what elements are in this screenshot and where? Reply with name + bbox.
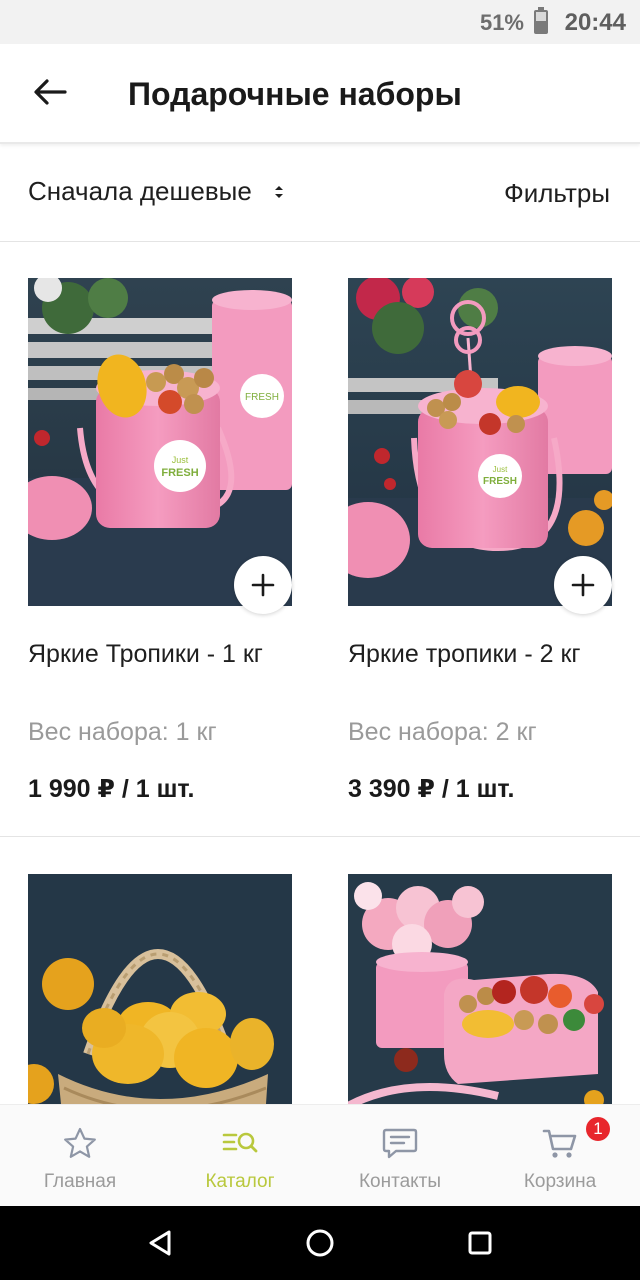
product-price: 1 990 ₽ / 1 шт. — [28, 775, 195, 803]
sort-arrows-icon — [274, 184, 284, 200]
product-weight: Вес набора: 1 кг — [28, 718, 217, 746]
cart-icon — [540, 1125, 580, 1161]
sort-label: Сначала дешевые — [28, 176, 252, 206]
nav-label: Каталог — [205, 1171, 275, 1192]
battery-icon — [534, 7, 548, 34]
svg-text:FRESH: FRESH — [245, 392, 279, 403]
product-price: 3 390 ₽ / 1 шт. — [348, 775, 515, 803]
status-bar: 51% 20:44 — [0, 0, 640, 44]
nav-label: Главная — [43, 1171, 117, 1192]
nav-item-catalog[interactable]: Каталог — [160, 1105, 320, 1207]
circle-home-icon — [306, 1229, 334, 1257]
sort-filter-bar: Сначала дешевые Фильтры — [0, 146, 640, 242]
product-logo-line: Just — [172, 455, 189, 465]
product-logo-line: Just — [493, 465, 508, 474]
system-recents-button[interactable] — [460, 1223, 500, 1263]
nav-item-home[interactable]: Главная — [0, 1105, 160, 1207]
product-weight: Вес набора: 2 кг — [348, 718, 537, 746]
back-button[interactable] — [28, 70, 72, 114]
arrow-left-icon — [34, 79, 67, 105]
product-logo-line: FRESH — [161, 467, 198, 479]
nav-label: Корзина — [523, 1171, 597, 1192]
status-clock: 20:44 — [564, 9, 626, 36]
battery-percentage: 51% — [479, 10, 524, 35]
cart-count-badge: 1 — [584, 1115, 612, 1143]
page-title: Подарочные наборы — [128, 76, 462, 112]
row-divider — [0, 836, 640, 837]
product-name[interactable]: Яркие Тропики - 1 кг — [28, 634, 290, 675]
plus-icon — [251, 573, 275, 597]
system-home-button[interactable] — [300, 1223, 340, 1263]
chat-icon — [380, 1125, 420, 1161]
add-to-cart-button[interactable] — [234, 556, 292, 614]
bottom-navigation: Главная Каталог Контакты 1 Корзина — [0, 1104, 640, 1206]
system-back-button[interactable] — [140, 1223, 180, 1263]
triangle-back-icon — [149, 1230, 171, 1256]
nav-item-contacts[interactable]: Контакты — [320, 1105, 480, 1207]
catalog-search-icon — [220, 1125, 260, 1161]
sort-select[interactable]: Сначала дешевые — [28, 176, 284, 207]
add-to-cart-button[interactable] — [554, 556, 612, 614]
star-icon — [60, 1125, 100, 1161]
nav-label: Контакты — [358, 1171, 442, 1192]
app-bar: Подарочные наборы — [0, 44, 640, 144]
product-logo-line: FRESH — [483, 476, 517, 487]
system-navigation-bar — [0, 1206, 640, 1280]
square-recents-icon — [468, 1231, 492, 1255]
nav-item-cart[interactable]: 1 Корзина — [480, 1105, 640, 1207]
filters-button[interactable]: Фильтры — [504, 178, 610, 209]
plus-icon — [571, 573, 595, 597]
product-name[interactable]: Яркие тропики - 2 кг — [348, 634, 610, 675]
